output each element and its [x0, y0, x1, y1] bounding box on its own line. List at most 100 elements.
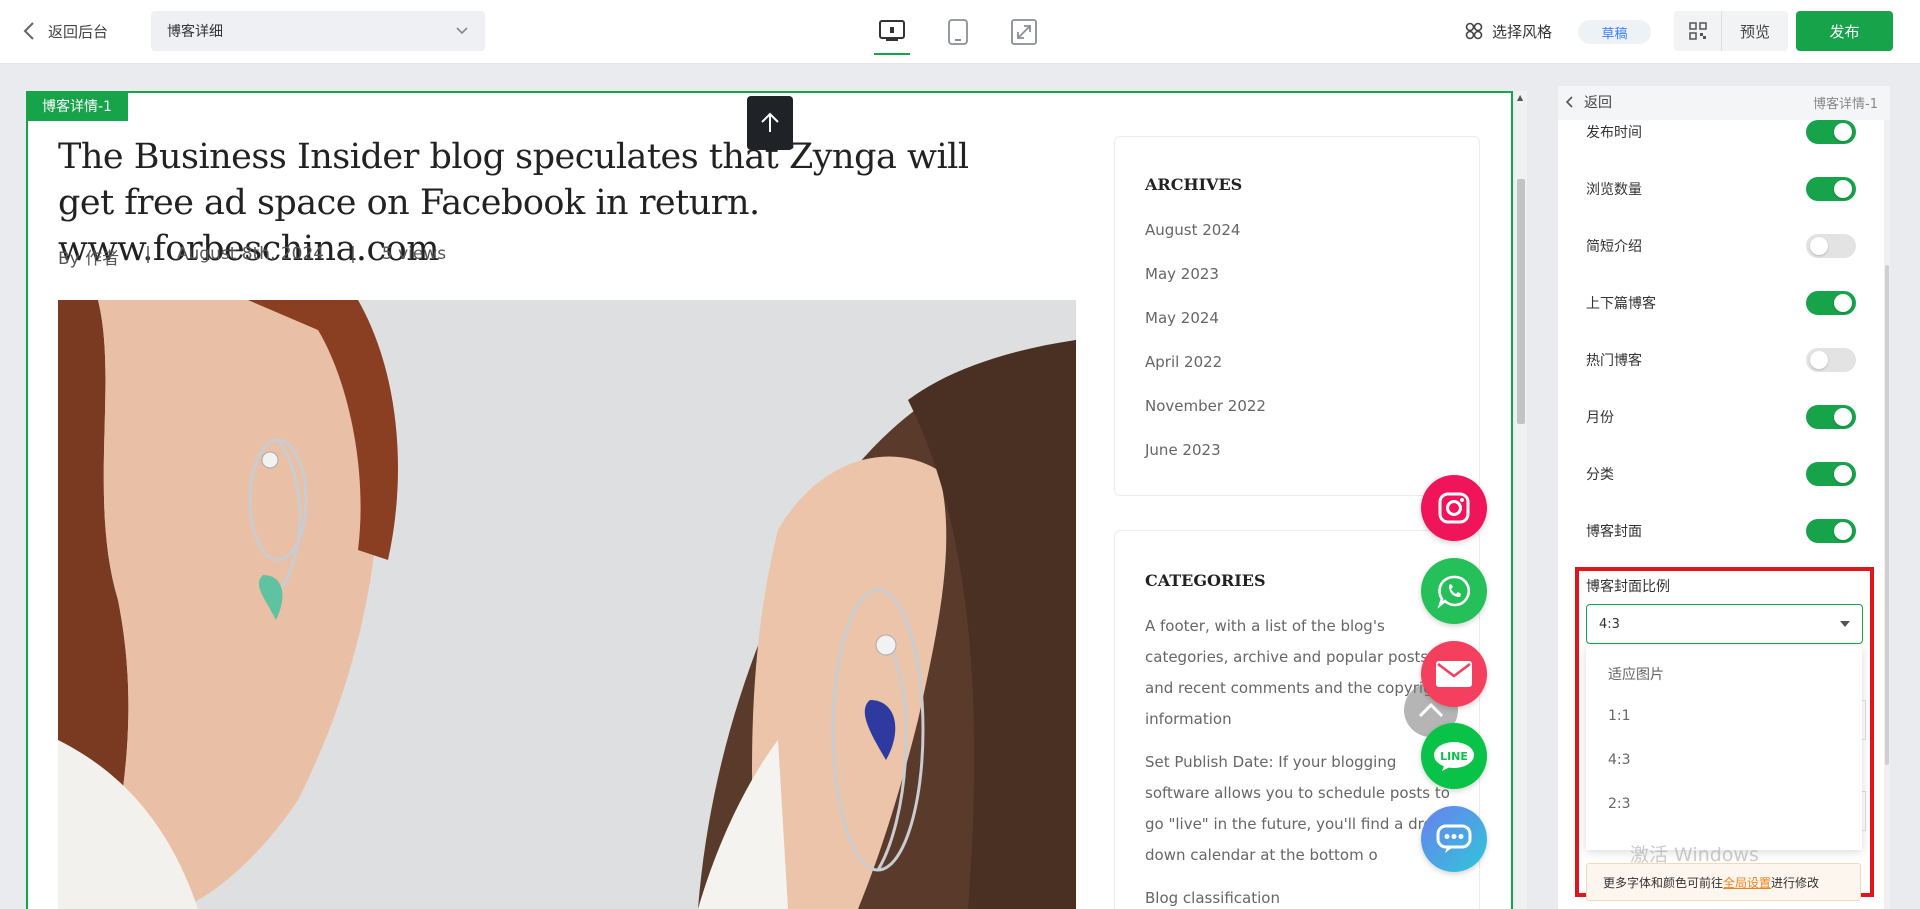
publish-time-toggle[interactable] — [1806, 120, 1856, 144]
panel-scrollbar-thumb[interactable] — [1885, 265, 1889, 765]
summary-toggle[interactable] — [1806, 234, 1856, 258]
chat-button[interactable] — [1421, 806, 1487, 872]
setting-category: 分类 — [1586, 459, 1856, 489]
archive-link[interactable]: June 2023 — [1145, 441, 1221, 459]
meta-separator: | — [145, 244, 151, 264]
panel-back-button[interactable]: 返回 — [1566, 92, 1612, 112]
canvas-scrollbar[interactable]: ▲ — [1515, 91, 1527, 909]
setting-publish-time: 发布时间 — [1586, 120, 1856, 147]
setting-popular: 热门博客 — [1586, 345, 1856, 375]
ratio-option[interactable]: 1:1 — [1608, 708, 1631, 724]
setting-label: 博客封面 — [1586, 524, 1642, 540]
cover-ratio-dropdown: 适应图片 1:1 4:3 2:3 — [1586, 646, 1862, 850]
blog-date: August 8th, 2024 — [176, 244, 325, 264]
panel-subtitle: 博客详情-1 — [1813, 96, 1878, 112]
setting-label: 发布时间 — [1586, 125, 1642, 141]
line-label: LINE — [1440, 749, 1468, 763]
palette-icon — [1465, 22, 1483, 40]
toggle-knob — [1834, 522, 1852, 540]
month-toggle[interactable] — [1806, 405, 1856, 429]
section-tag[interactable]: 博客详情-1 — [26, 91, 128, 121]
tablet-icon — [948, 19, 968, 45]
earrings-photo — [58, 300, 1076, 909]
setting-prev-next: 上下篇博客 — [1586, 288, 1856, 318]
blog-views: 5 views — [381, 244, 447, 264]
ratio-option[interactable]: 适应图片 — [1608, 664, 1664, 684]
popular-toggle[interactable] — [1806, 348, 1856, 372]
back-to-admin-button[interactable]: 返回后台 — [22, 18, 108, 44]
preview-toolbar: 预览 — [1674, 11, 1788, 51]
toggle-knob — [1810, 351, 1828, 369]
instagram-icon — [1438, 492, 1470, 524]
setting-label: 月份 — [1586, 410, 1614, 426]
meta-separator: | — [350, 244, 356, 264]
tablet-view-button[interactable] — [938, 12, 978, 52]
toggle-knob — [1834, 294, 1852, 312]
archive-link[interactable]: May 2024 — [1145, 309, 1219, 327]
archive-link[interactable]: April 2022 — [1145, 353, 1222, 371]
blog-cover-image — [58, 300, 1076, 909]
cover-ratio-select[interactable]: 4:3 — [1586, 604, 1863, 644]
back-to-admin-label: 返回后台 — [48, 22, 109, 41]
desktop-icon — [879, 20, 905, 41]
views-toggle[interactable] — [1806, 177, 1856, 201]
email-icon — [1436, 661, 1472, 687]
categories-paragraph: Set Publish Date: If your blogging softw… — [1145, 753, 1450, 864]
blog-meta: By 作者 | August 8th, 2024 | 5 views — [58, 244, 446, 269]
chevron-down-icon — [456, 27, 468, 35]
prev-next-toggle[interactable] — [1806, 291, 1856, 315]
archive-link[interactable]: August 2024 — [1145, 221, 1240, 239]
setting-label: 分类 — [1586, 467, 1614, 483]
ratio-option[interactable]: 4:3 — [1608, 752, 1631, 768]
archive-link[interactable]: November 2022 — [1145, 397, 1266, 415]
setting-label: 简短介绍 — [1586, 239, 1642, 255]
top-bar: 返回后台 博客详细 选择风格 草稿 预览 发布 — [0, 0, 1920, 64]
setting-label: 浏览数量 — [1586, 182, 1642, 198]
setting-views: 浏览数量 — [1586, 174, 1856, 204]
move-up-button[interactable] — [747, 96, 793, 150]
page-select-value: 博客详细 — [167, 24, 223, 40]
setting-cover: 博客封面 — [1586, 516, 1856, 546]
chat-icon — [1436, 824, 1472, 853]
notice-prefix: 更多字体和颜色可前往 — [1603, 875, 1724, 890]
qr-code-button[interactable] — [1674, 11, 1722, 51]
instagram-button[interactable] — [1421, 475, 1487, 541]
panel-back-label: 返回 — [1584, 95, 1612, 111]
panel-scrollbar[interactable] — [1884, 120, 1890, 909]
choose-style-button[interactable]: 选择风格 — [1464, 18, 1552, 44]
arrow-up-icon — [761, 112, 779, 132]
publish-button[interactable]: 发布 — [1796, 11, 1893, 51]
toggle-knob — [1834, 408, 1852, 426]
cover-ratio-label: 博客封面比例 — [1586, 579, 1670, 595]
setting-month: 月份 — [1586, 402, 1856, 432]
chevron-left-icon — [1566, 96, 1573, 108]
setting-summary: 简短介绍 — [1586, 231, 1856, 261]
line-button[interactable]: LINE — [1421, 723, 1487, 789]
whatsapp-button[interactable] — [1421, 558, 1487, 624]
hidden-field-edge — [1862, 700, 1866, 740]
preview-button[interactable]: 预览 — [1722, 21, 1788, 42]
blog-classification-link[interactable]: Blog classification — [1145, 883, 1455, 909]
scrollbar-thumb[interactable] — [1517, 179, 1525, 424]
email-button[interactable] — [1421, 641, 1487, 707]
toggle-knob — [1834, 180, 1852, 198]
toggle-knob — [1834, 123, 1852, 141]
categories-heading: CATEGORIES — [1145, 571, 1266, 590]
toggle-knob — [1810, 237, 1828, 255]
toggle-knob — [1834, 465, 1852, 483]
scroll-up-arrow-icon[interactable]: ▲ — [1517, 93, 1523, 102]
cover-toggle[interactable] — [1806, 519, 1856, 543]
archive-link[interactable]: May 2023 — [1145, 265, 1219, 283]
expand-icon — [1011, 19, 1037, 45]
archives-card: ARCHIVES August 2024 May 2023 May 2024 A… — [1114, 136, 1480, 496]
qr-code-icon — [1688, 22, 1707, 40]
desktop-view-button[interactable] — [872, 12, 912, 55]
ratio-option[interactable]: 2:3 — [1608, 796, 1631, 812]
category-toggle[interactable] — [1806, 462, 1856, 486]
global-settings-link[interactable]: 全局设置 — [1723, 874, 1771, 891]
page-select[interactable]: 博客详细 — [151, 11, 485, 51]
fullscreen-view-button[interactable] — [1004, 12, 1044, 52]
archives-heading: ARCHIVES — [1145, 175, 1243, 194]
draft-status-badge: 草稿 — [1578, 20, 1651, 44]
global-settings-notice: 更多字体和颜色可前往 全局设置 进行修改 — [1586, 863, 1861, 901]
